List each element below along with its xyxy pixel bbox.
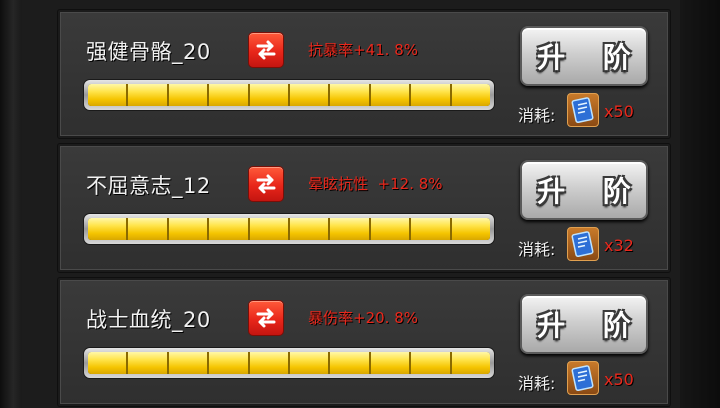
upgrade-button[interactable]: 升 阶 [520,160,648,220]
upgrade-button[interactable]: 升 阶 [520,294,648,354]
skill-panel: 不屈意志_12 晕眩抗性 +12. 8% 升 阶 消耗: x32 [58,144,670,272]
skill-name: 强健骨骼_20 [86,40,211,64]
upgrade-button-label: 升 阶 [537,175,645,208]
cost-quantity: x50 [604,370,634,389]
stat-bonus-text: 暴伤率+20. 8% [308,309,418,327]
cost-quantity: x32 [604,236,634,255]
upgrade-button-label: 升 阶 [537,41,645,74]
progress-bar [84,348,494,378]
upgrade-button[interactable]: 升 阶 [520,26,648,86]
crystal-book-icon [567,227,599,261]
swap-arrows-icon [256,174,276,194]
skill-name: 不屈意志_12 [86,174,211,198]
swap-arrows-icon [256,308,276,328]
progress-bar [84,214,494,244]
right-frame-edge [680,0,720,408]
left-frame-edge [0,0,22,408]
skill-name: 战士血统_20 [86,308,211,332]
crystal-book-icon [567,93,599,127]
upgrade-button-label: 升 阶 [537,309,645,342]
progress-segments [88,218,490,240]
progress-segments [88,84,490,106]
cost-label: 消耗: [518,106,556,125]
progress-segments [88,352,490,374]
cost-label: 消耗: [518,240,556,259]
cost-label: 消耗: [518,374,556,393]
swap-button[interactable] [248,166,284,202]
swap-button[interactable] [248,300,284,336]
crystal-book-icon [567,361,599,395]
stat-bonus-text: 晕眩抗性 +12. 8% [308,175,443,193]
progress-bar [84,80,494,110]
skill-panel: 战士血统_20 暴伤率+20. 8% 升 阶 消耗: x50 [58,278,670,406]
swap-button[interactable] [248,32,284,68]
stat-bonus-text: 抗暴率+41. 8% [308,41,418,59]
skill-panel: 强健骨骼_20 抗暴率+41. 8% 升 阶 消耗: x50 [58,10,670,138]
cost-quantity: x50 [604,102,634,121]
swap-arrows-icon [256,40,276,60]
